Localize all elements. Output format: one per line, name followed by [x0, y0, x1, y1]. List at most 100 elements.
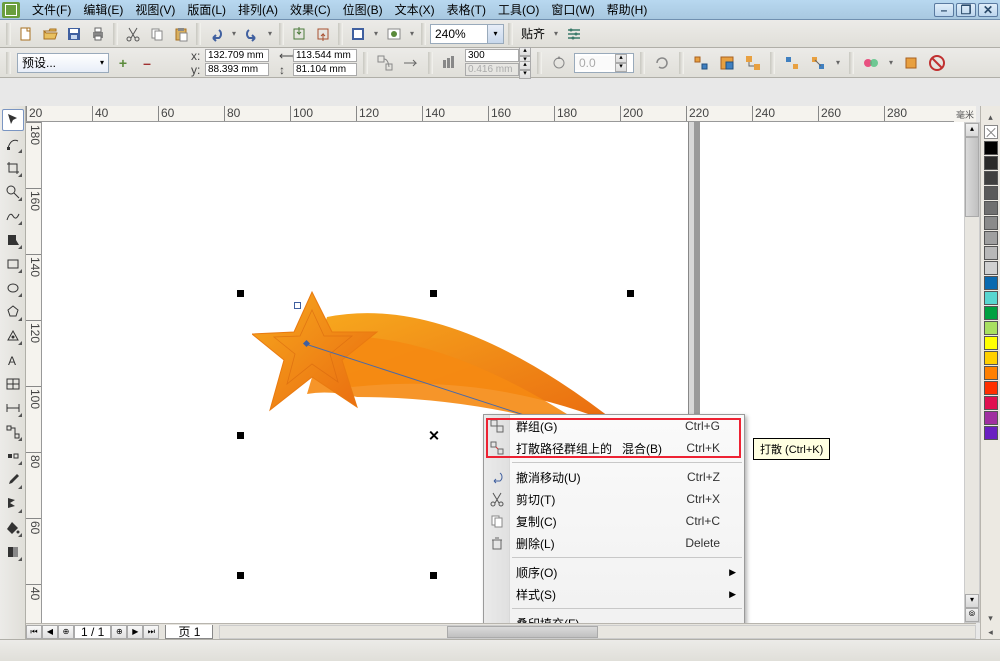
smart-fill-tool[interactable] [2, 229, 24, 251]
selection-handle-ml[interactable] [237, 432, 244, 439]
undo-button[interactable] [205, 23, 227, 45]
rotate-icon[interactable] [548, 52, 570, 74]
page-last-button[interactable]: ⏭ [143, 625, 159, 639]
app-launcher-dropdown[interactable]: ▾ [371, 23, 381, 45]
menu-table[interactable]: 表格(T) [441, 0, 492, 20]
menu-tools[interactable]: 工具(O) [492, 0, 545, 20]
freehand-tool[interactable] [2, 205, 24, 227]
text-tool[interactable]: A [2, 349, 24, 371]
steps-icon[interactable] [439, 52, 461, 74]
color-swatch[interactable] [984, 231, 998, 245]
blend-path-icon[interactable] [374, 52, 396, 74]
selection-handle-tr[interactable] [627, 290, 634, 297]
welcome-button[interactable] [383, 23, 405, 45]
snap-label[interactable]: 贴齐 [517, 25, 549, 42]
ellipse-tool[interactable] [2, 277, 24, 299]
clear-blend-icon[interactable] [926, 52, 948, 74]
more-blend-icon[interactable] [860, 52, 882, 74]
menu-file[interactable]: 文件(F) [26, 0, 77, 20]
blend-start-node[interactable] [294, 302, 301, 309]
color-swatch[interactable] [984, 351, 998, 365]
height-input[interactable] [293, 63, 357, 76]
color-swatch[interactable] [984, 336, 998, 350]
color-swatch[interactable] [984, 381, 998, 395]
menu-text[interactable]: 文本(X) [389, 0, 441, 20]
selection-handle-tm[interactable] [430, 290, 437, 297]
color-swatch[interactable] [984, 276, 998, 290]
connector-tool[interactable] [2, 421, 24, 443]
horizontal-scrollbar[interactable] [219, 625, 976, 639]
horizontal-ruler[interactable]: 20406080100120140160180200220240260280 [26, 106, 976, 122]
color-swatch[interactable] [984, 321, 998, 335]
new-button[interactable] [15, 23, 37, 45]
outline-combo[interactable]: ▴▾ [574, 53, 634, 73]
accel-color-icon[interactable] [716, 52, 738, 74]
copy-props-icon[interactable] [900, 52, 922, 74]
redo-dropdown[interactable]: ▾ [265, 23, 275, 45]
menu-arrange[interactable]: 排列(A) [232, 0, 284, 20]
zoom-combo[interactable]: ▾ [430, 24, 504, 44]
zoom-input[interactable] [431, 27, 487, 41]
cut-button[interactable] [122, 23, 144, 45]
ctx-group[interactable]: 群组(G)Ctrl+G [484, 415, 744, 437]
options-button[interactable] [563, 23, 585, 45]
win-minimize-button[interactable]: – [934, 3, 954, 17]
welcome-dropdown[interactable]: ▾ [407, 23, 417, 45]
color-swatch[interactable] [984, 426, 998, 440]
loop-icon[interactable] [651, 52, 673, 74]
open-button[interactable] [39, 23, 61, 45]
direct-accel-icon[interactable] [690, 52, 712, 74]
zoom-tool[interactable] [2, 181, 24, 203]
table-tool[interactable] [2, 373, 24, 395]
selection-handle-bl[interactable] [237, 572, 244, 579]
accel-size-icon[interactable] [742, 52, 764, 74]
fill-tool[interactable] [2, 517, 24, 539]
outline-input[interactable] [575, 56, 615, 70]
menu-window[interactable]: 窗口(W) [545, 0, 600, 20]
ctx-order[interactable]: 顺序(O)▶ [484, 561, 744, 583]
ctx-delete[interactable]: 删除(L)Delete [484, 532, 744, 554]
page-tab-1[interactable]: 页 1 [165, 625, 213, 639]
page-add-after-button[interactable]: ⊕ [111, 625, 127, 639]
menu-view[interactable]: 视图(V) [129, 0, 181, 20]
color-swatch[interactable] [984, 201, 998, 215]
ctx-break-apart[interactable]: 打散路径群组上的混合(B)Ctrl+K [484, 437, 744, 459]
selection-handle-bm[interactable] [430, 572, 437, 579]
color-swatch[interactable] [984, 156, 998, 170]
preset-add-button[interactable]: + [113, 53, 133, 73]
win-close-button[interactable]: ✕ [978, 3, 998, 17]
ctx-copy[interactable]: 复制(C)Ctrl+C [484, 510, 744, 532]
color-swatch[interactable] [984, 171, 998, 185]
vertical-ruler[interactable]: 180160140120100806040 [26, 122, 42, 623]
menu-effects[interactable]: 效果(C) [284, 0, 337, 20]
save-button[interactable] [63, 23, 85, 45]
color-swatch[interactable] [984, 216, 998, 230]
rectangle-tool[interactable] [2, 253, 24, 275]
app-launcher-button[interactable] [347, 23, 369, 45]
palette-up-button[interactable]: ▴ [983, 110, 999, 124]
vertical-scrollbar[interactable]: ▴▾⦾ [964, 122, 980, 623]
crop-tool[interactable] [2, 157, 24, 179]
palette-down-button[interactable]: ▾ [983, 611, 999, 625]
paste-button[interactable] [170, 23, 192, 45]
page-next-button[interactable]: ▶ [127, 625, 143, 639]
ctx-style[interactable]: 样式(S)▶ [484, 583, 744, 605]
export-button[interactable] [312, 23, 334, 45]
palette-flyout-button[interactable]: ◂ [983, 625, 999, 639]
shape-tool[interactable] [2, 133, 24, 155]
dimension-tool[interactable] [2, 397, 24, 419]
color-swatch[interactable] [984, 366, 998, 380]
preset-combo[interactable]: 预设... ▾ [17, 53, 109, 73]
color-swatch[interactable] [984, 306, 998, 320]
outline-tool[interactable] [2, 493, 24, 515]
preset-remove-button[interactable]: – [137, 53, 157, 73]
interactive-blend-tool[interactable] [2, 445, 24, 467]
selection-center[interactable]: ✕ [428, 428, 440, 445]
palette-no-color[interactable] [984, 125, 998, 139]
pos-x-input[interactable] [205, 49, 269, 62]
print-button[interactable] [87, 23, 109, 45]
spacing-input[interactable] [465, 63, 519, 76]
menu-edit[interactable]: 编辑(E) [77, 0, 129, 20]
pick-tool[interactable] [2, 109, 24, 131]
width-input[interactable] [293, 49, 357, 62]
